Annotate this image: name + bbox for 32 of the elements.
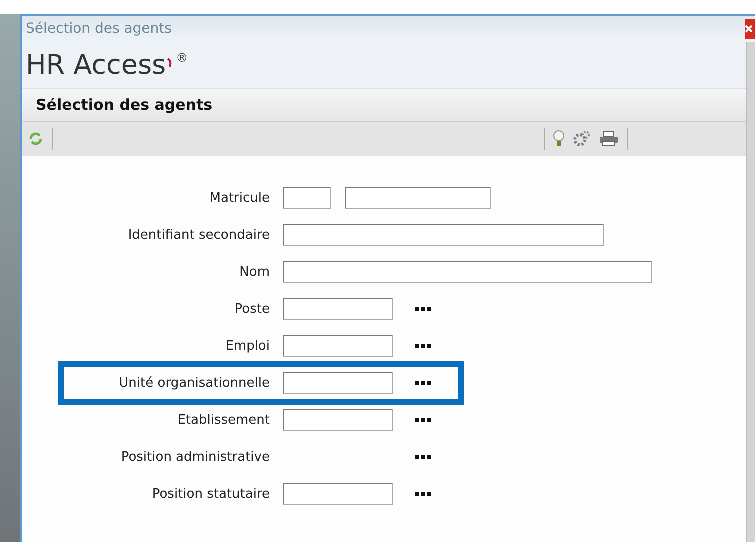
brand-logo: HR Access $^{®}$ (26, 52, 188, 78)
more-icon[interactable] (415, 381, 431, 385)
field-label: Etablissement (176, 412, 270, 428)
field-label: Nom (238, 264, 270, 280)
input-field[interactable] (283, 224, 604, 246)
field-label: Position statutaire (151, 486, 270, 502)
scrollbar[interactable] (746, 42, 755, 542)
input-field[interactable] (283, 298, 393, 320)
more-icon[interactable] (415, 307, 431, 311)
field-label: Emploi (224, 338, 270, 354)
more-icon[interactable] (415, 344, 431, 348)
field-label: Poste (234, 302, 270, 316)
printer-icon[interactable] (599, 131, 619, 147)
field-label: Unité organisationnelle (118, 376, 270, 390)
field-label: Position administrative (120, 450, 270, 464)
close-button[interactable] (745, 19, 755, 39)
gears-icon[interactable] (573, 131, 591, 147)
page-title: Sélection des agents (36, 96, 213, 114)
window-title: Sélection des agents (26, 21, 172, 37)
input-field[interactable] (283, 372, 393, 394)
field-label: Identifiant secondaire (127, 228, 270, 242)
field-label: Matricule (208, 190, 270, 206)
input-field[interactable] (283, 409, 393, 431)
input-field[interactable] (283, 483, 393, 505)
input-field[interactable] (283, 261, 652, 283)
lightbulb-icon[interactable] (553, 130, 565, 148)
input-field[interactable] (283, 335, 393, 357)
input-field[interactable] (345, 187, 491, 209)
more-icon[interactable] (415, 492, 431, 496)
more-icon[interactable] (415, 418, 431, 422)
input-field[interactable] (283, 187, 331, 209)
more-icon[interactable] (415, 455, 431, 459)
